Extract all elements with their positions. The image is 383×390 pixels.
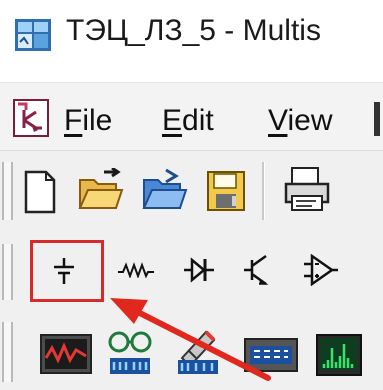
annotation-arrow [110, 298, 271, 381]
